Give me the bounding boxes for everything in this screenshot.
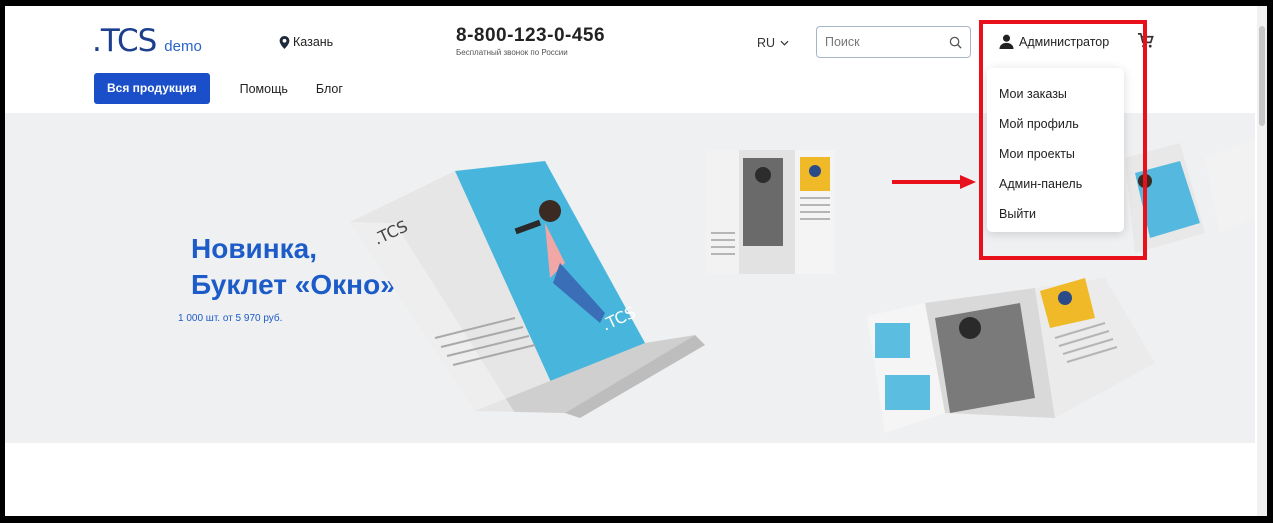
city-label: Казань: [293, 35, 334, 49]
nav-help[interactable]: Помощь: [240, 82, 288, 96]
phone-number[interactable]: 8-800-123-0-456: [456, 25, 605, 47]
phone-block: 8-800-123-0-456 Бесплатный звонок по Рос…: [456, 25, 605, 57]
language-label: RU: [757, 36, 776, 50]
annotation-arrow-icon: [892, 175, 976, 189]
booklet-bottom-right: [867, 278, 1155, 433]
phone-note: Бесплатный звонок по России: [456, 48, 568, 57]
logo-text: .TCS: [92, 23, 157, 59]
search-icon[interactable]: [949, 36, 962, 49]
chevron-down-icon: [780, 40, 789, 46]
booklet-flat-top: [706, 150, 835, 274]
search-input[interactable]: [825, 35, 949, 49]
logo[interactable]: .TCS demo: [92, 23, 202, 59]
nav-all-products[interactable]: Вся продукция: [94, 73, 210, 104]
browser-viewport: .TCS demo Казань 8-800-123-0-456 Бесплат…: [5, 6, 1267, 516]
annotation-highlight-box: [979, 20, 1147, 260]
main-nav: Вся продукция Помощь Блог: [94, 73, 343, 104]
logo-demo-label: demo: [164, 38, 202, 55]
search-box: [816, 26, 971, 58]
language-selector[interactable]: RU: [757, 36, 789, 50]
nav-blog[interactable]: Блог: [316, 82, 343, 96]
scrollbar-thumb[interactable]: [1259, 26, 1265, 126]
map-pin-icon: [279, 35, 290, 49]
city-selector[interactable]: Казань: [279, 35, 333, 49]
booklet-large: .TCS .TCS: [350, 161, 705, 418]
